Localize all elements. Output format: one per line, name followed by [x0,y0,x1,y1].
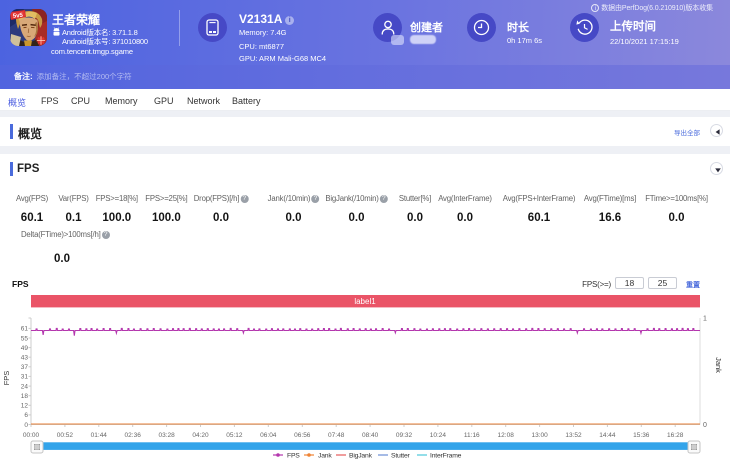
svg-text:1: 1 [703,316,707,323]
svg-text:00:52: 00:52 [57,432,74,439]
svg-text:11:16: 11:16 [464,432,480,439]
svg-text:05:12: 05:12 [226,432,243,439]
svg-text:55: 55 [21,335,29,342]
svg-text:Jank: Jank [318,453,332,460]
svg-text:13:52: 13:52 [565,432,582,439]
svg-text:61: 61 [21,326,29,333]
svg-text:Jank: Jank [714,357,723,373]
svg-text:24: 24 [21,383,29,390]
svg-text:37: 37 [21,364,29,371]
svg-text:14:44: 14:44 [599,432,616,439]
svg-text:18: 18 [21,393,29,400]
svg-text:31: 31 [21,374,29,381]
svg-text:0: 0 [703,422,707,429]
svg-text:00:00: 00:00 [23,432,40,439]
svg-text:04:20: 04:20 [192,432,209,439]
svg-text:49: 49 [21,345,29,352]
svg-text:06:04: 06:04 [260,432,277,439]
svg-text:01:44: 01:44 [91,432,108,439]
svg-text:16:28: 16:28 [667,432,684,439]
svg-text:07:48: 07:48 [328,432,345,439]
svg-text:08:40: 08:40 [362,432,379,439]
svg-text:06:56: 06:56 [294,432,311,439]
svg-text:FPS: FPS [287,453,300,460]
svg-text:43: 43 [21,355,29,362]
svg-text:BigJank: BigJank [349,453,373,460]
svg-text:02:36: 02:36 [125,432,142,439]
svg-text:12: 12 [21,403,29,410]
svg-text:InterFrame: InterFrame [430,453,462,460]
svg-text:6: 6 [24,412,28,419]
svg-text:0: 0 [24,422,28,429]
svg-text:FPS: FPS [2,371,11,386]
svg-text:13:00: 13:00 [531,432,548,439]
svg-text:03:28: 03:28 [158,432,175,439]
svg-text:12:08: 12:08 [498,432,515,439]
svg-text:15:36: 15:36 [633,432,650,439]
svg-text:label1: label1 [354,297,376,306]
svg-text:09:32: 09:32 [396,432,413,439]
svg-text:10:24: 10:24 [430,432,447,439]
svg-text:5v5: 5v5 [13,13,24,20]
svg-text:Stutter: Stutter [391,453,411,460]
